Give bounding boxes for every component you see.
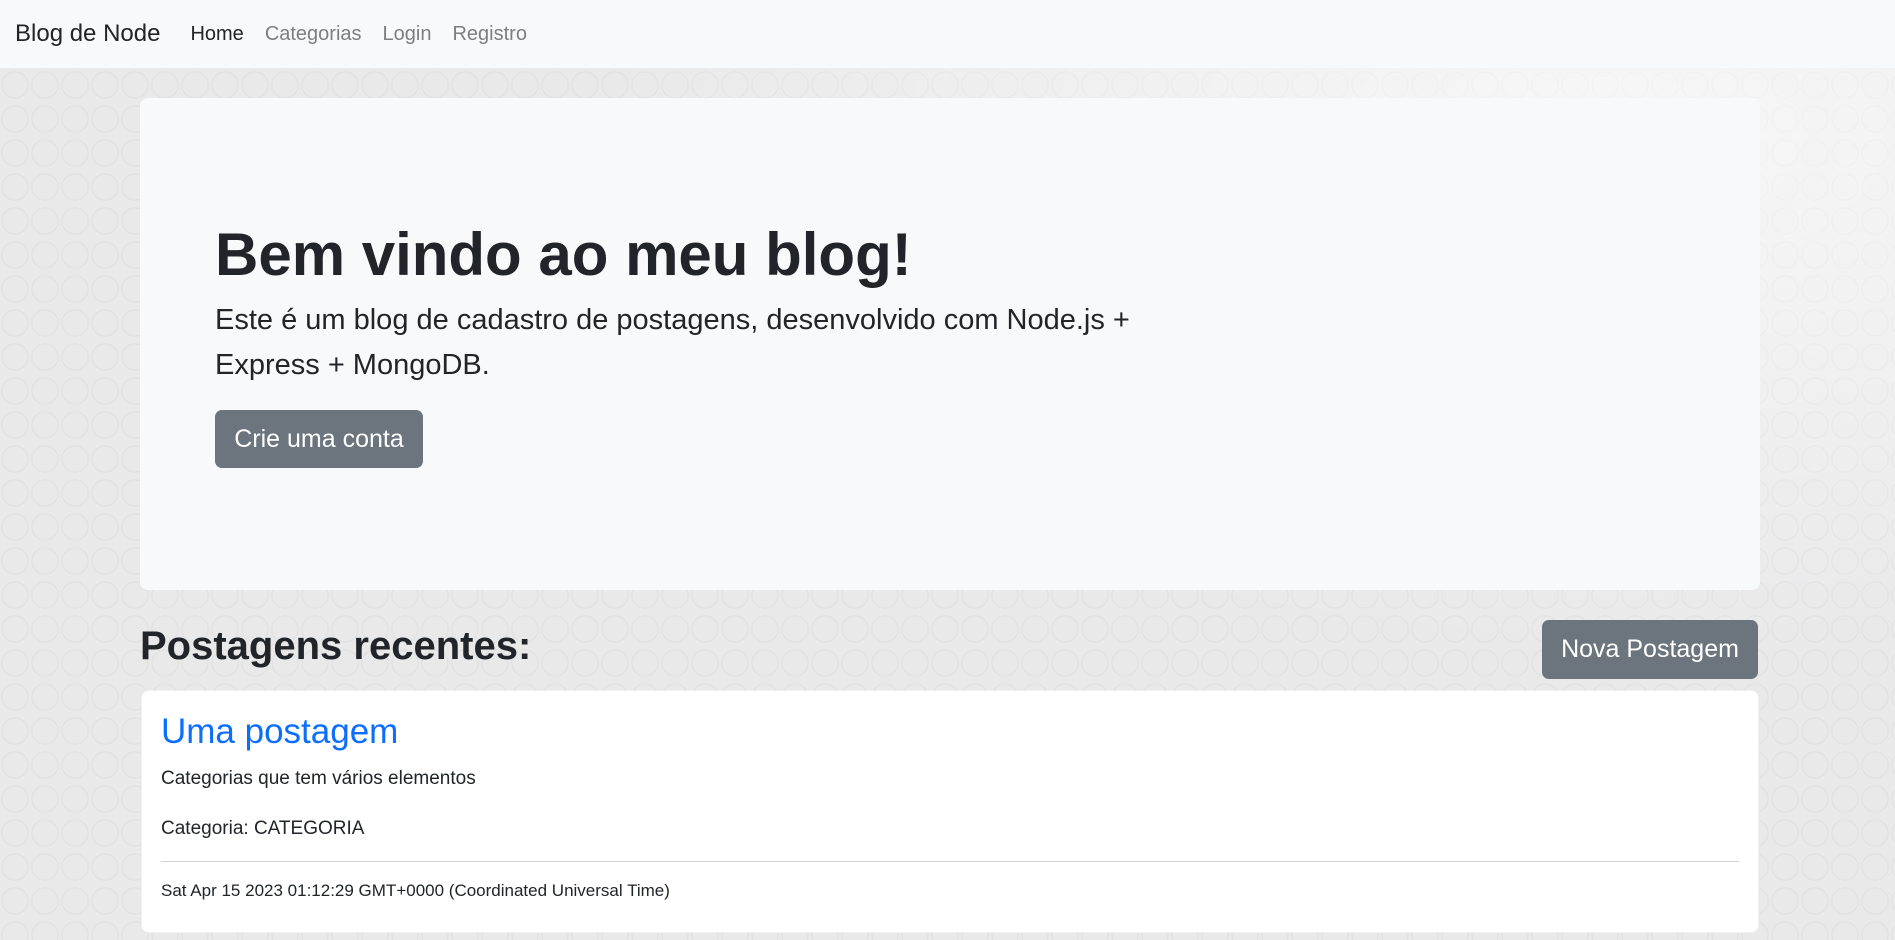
jumbotron-lead: Este é um blog de cadastro de postagens,…: [215, 304, 1130, 381]
post-category: Categoria: CATEGORIA: [161, 818, 365, 839]
post-divider: [161, 861, 1739, 862]
post-date: Sat Apr 15 2023 01:12:29 GMT+0000 (Coord…: [161, 881, 670, 900]
recent-posts-title: Postagens recentes:: [140, 624, 532, 668]
post-description: Categorias que tem vários elementos: [161, 768, 476, 789]
nav-link-categorias[interactable]: Categorias: [265, 23, 362, 46]
nav-link-home[interactable]: Home: [190, 23, 243, 46]
nav-link-login[interactable]: Login: [383, 23, 432, 46]
navbar: Blog de Node Home Categorias Login Regis…: [0, 0, 1895, 68]
jumbotron: Bem vindo ao meu blog! Este é um blog de…: [140, 98, 1760, 590]
nav-link-registro[interactable]: Registro: [452, 23, 526, 46]
jumbotron-heading: Bem vindo ao meu blog!: [215, 221, 912, 288]
create-account-button[interactable]: Crie uma conta: [215, 410, 423, 468]
new-post-button[interactable]: Nova Postagem: [1542, 620, 1758, 679]
post-card: Uma postagem Categorias que tem vários e…: [141, 690, 1759, 933]
brand-link[interactable]: Blog de Node: [15, 20, 160, 48]
post-title-link[interactable]: Uma postagem: [161, 709, 398, 755]
